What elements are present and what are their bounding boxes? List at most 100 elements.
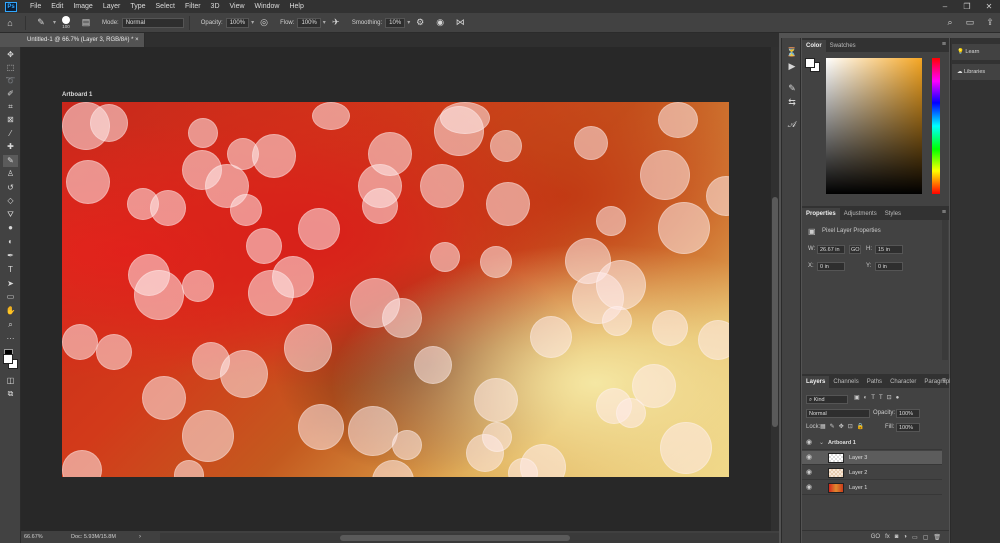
search-icon[interactable]: ⌕ (943, 16, 957, 30)
blend-mode-select[interactable]: Normal (806, 409, 870, 418)
path-selection-tool-icon[interactable]: ➤ (3, 278, 18, 290)
menu-3d[interactable]: 3D (206, 3, 225, 10)
panel-menu-icon[interactable]: ≡ (942, 377, 946, 384)
opacity-field[interactable]: 100% (225, 17, 250, 28)
healing-brush-tool-icon[interactable]: ✚ (3, 141, 18, 153)
eye-icon[interactable]: ◉ (806, 451, 812, 465)
add-mask-icon[interactable]: ◙ (895, 534, 899, 540)
panel-menu-icon[interactable]: ≡ (942, 209, 946, 216)
layer-opacity-field[interactable]: 100% (896, 409, 920, 418)
chevron-down-icon[interactable]: ▾ (53, 19, 56, 26)
brush-tool-icon[interactable]: ✎ (34, 16, 48, 30)
quick-mask-icon[interactable]: ◫ (3, 375, 18, 387)
y-field[interactable]: 0 in (875, 262, 903, 271)
properties-scrollbar[interactable] (942, 220, 948, 360)
learn-panel-button[interactable]: 💡 Learn (952, 44, 1000, 60)
status-menu-arrow-icon[interactable]: › (139, 531, 141, 543)
symmetry-icon[interactable]: ⋈ (453, 16, 467, 30)
artboard-image[interactable] (62, 102, 729, 477)
tab-layers[interactable]: Layers (802, 376, 830, 388)
width-field[interactable]: 26.67 in (817, 245, 845, 254)
adjustment-layer-icon[interactable]: ◑ (903, 534, 907, 540)
eye-icon[interactable]: ◉ (806, 481, 812, 495)
pressure-size-icon[interactable]: ◉ (433, 16, 447, 30)
trash-icon[interactable]: 🗑 (933, 534, 941, 541)
document-tab[interactable]: Untitled-1 @ 66.7% (Layer 3, RGB/8#) * × (21, 33, 145, 47)
tab-styles[interactable]: Styles (881, 208, 905, 220)
lock-icons[interactable]: ▦✎✥⊡🔒 (820, 423, 868, 430)
dodge-tool-icon[interactable]: ◐ (3, 236, 18, 248)
scroll-thumb[interactable] (772, 197, 778, 427)
horizontal-scrollbar[interactable] (160, 533, 779, 543)
menu-image[interactable]: Image (68, 3, 97, 10)
blur-tool-icon[interactable]: ● (3, 222, 18, 234)
hue-slider[interactable] (932, 58, 940, 194)
eraser-tool-icon[interactable]: ◇ (3, 195, 18, 207)
chevron-down-icon[interactable]: ▾ (251, 19, 254, 26)
tab-character[interactable]: Character (886, 376, 920, 388)
marquee-tool-icon[interactable]: ⬚ (3, 62, 18, 74)
gear-icon[interactable]: ⚙ (413, 16, 427, 30)
fx-icon[interactable]: fx (885, 534, 890, 540)
eye-icon[interactable]: ◉ (806, 436, 812, 450)
history-brush-tool-icon[interactable]: ↺ (3, 182, 18, 194)
more-tools-icon[interactable]: ··· (3, 333, 18, 345)
panel-menu-icon[interactable]: ≡ (942, 41, 946, 48)
artboard-row[interactable]: ◉ ⌄ Artboard 1 (802, 436, 942, 450)
tab-paths[interactable]: Paths (863, 376, 886, 388)
adjust-icon[interactable]: ⇆ (785, 96, 799, 108)
screen-mode-icon[interactable]: ⧉ (3, 388, 18, 400)
pressure-opacity-icon[interactable]: ◎ (257, 16, 271, 30)
menu-edit[interactable]: Edit (46, 3, 68, 10)
tab-properties[interactable]: Properties (802, 208, 840, 220)
tab-channels[interactable]: Channels (829, 376, 862, 388)
flow-field[interactable]: 100% (297, 17, 321, 28)
brush-tool-icon[interactable]: ✎ (3, 155, 18, 167)
menu-file[interactable]: File (25, 3, 46, 10)
menu-type[interactable]: Type (125, 3, 150, 10)
paint-bucket-tool-icon[interactable]: ⛛ (3, 209, 18, 221)
fill-field[interactable]: 100% (896, 423, 920, 432)
vertical-scrollbar[interactable] (771, 47, 779, 531)
zoom-level[interactable]: 66.67% (24, 531, 43, 543)
scroll-thumb[interactable] (340, 535, 570, 541)
zoom-tool-icon[interactable]: ⌕ (3, 319, 18, 331)
menu-filter[interactable]: Filter (180, 3, 206, 10)
tab-color[interactable]: Color (802, 40, 826, 52)
layer-row-layer-1[interactable]: ◉ Layer 1 (802, 481, 942, 495)
home-icon[interactable]: ⌂ (3, 16, 17, 30)
share-icon[interactable]: ⇪ (983, 16, 997, 30)
x-field[interactable]: 0 in (817, 262, 845, 271)
foreground-color-swatch[interactable] (3, 354, 13, 364)
close-window-button[interactable]: ✕ (978, 0, 1000, 13)
frame-tool-icon[interactable]: ⊠ (3, 114, 18, 126)
height-field[interactable]: 15 in (875, 245, 903, 254)
brush-preset-picker[interactable]: 100 (59, 15, 73, 30)
eyedropper-tool-icon[interactable]: ⁄ (3, 128, 18, 140)
lasso-tool-icon[interactable]: ➰ (3, 75, 18, 87)
rectangle-tool-icon[interactable]: ▭ (3, 291, 18, 303)
libraries-panel-button[interactable]: ☁ Libraries (952, 64, 1000, 80)
artboard-title[interactable]: Artboard 1 (62, 92, 92, 98)
eye-icon[interactable]: ◉ (806, 466, 812, 480)
actions-play-icon[interactable]: ▶ (785, 60, 799, 72)
menu-help[interactable]: Help (284, 3, 308, 10)
quick-select-tool-icon[interactable]: ✐ (3, 88, 18, 100)
move-tool-icon[interactable]: ✥ (3, 49, 18, 61)
layer-filter-select[interactable]: ⌕ Kind (806, 395, 848, 404)
minimize-button[interactable]: – (934, 0, 956, 13)
menu-view[interactable]: View (225, 3, 250, 10)
airbrush-icon[interactable]: ✈ (329, 16, 343, 30)
clone-stamp-tool-icon[interactable]: ♙ (3, 168, 18, 180)
tab-swatches[interactable]: Swatches (826, 40, 860, 52)
link-dimensions-button[interactable]: GO (849, 245, 861, 254)
chevron-down-icon[interactable]: ⌄ (819, 436, 824, 450)
chevron-down-icon[interactable]: ▾ (407, 19, 410, 26)
smoothing-field[interactable]: 10% (385, 17, 406, 28)
hand-tool-icon[interactable]: ✋ (3, 305, 18, 317)
color-field[interactable] (826, 58, 922, 194)
close-tab-icon[interactable]: × (135, 37, 139, 43)
brush-settings-icon[interactable]: ✎ (785, 82, 799, 94)
mode-select[interactable]: Normal (121, 17, 184, 28)
brush-settings-icon[interactable]: ▤ (79, 16, 93, 30)
